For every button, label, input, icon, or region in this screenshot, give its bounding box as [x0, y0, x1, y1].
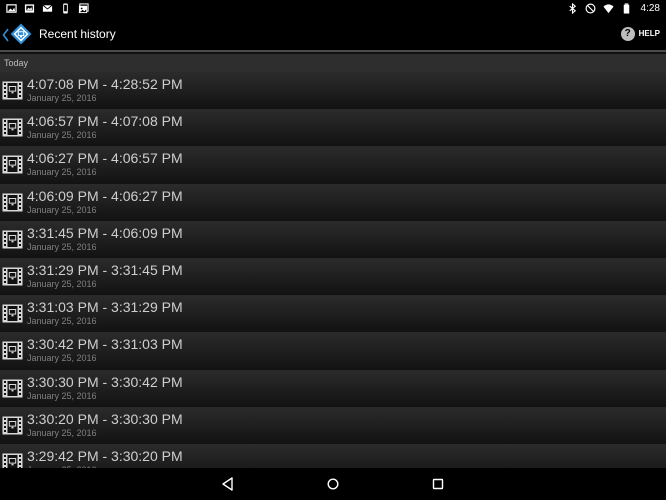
- row-text: 3:30:42 PM - 3:31:03 PM January 25, 2016: [27, 335, 183, 364]
- session-date: January 25, 2016: [27, 130, 97, 141]
- system-icons: 4:28: [567, 3, 660, 14]
- session-time-range: 4:06:09 PM - 4:06:27 PM: [27, 187, 183, 204]
- status-time: 4:28: [640, 3, 660, 14]
- session-date: January 25, 2016: [27, 167, 97, 178]
- session-date: January 25, 2016: [27, 204, 97, 215]
- session-time-range: 3:30:20 PM - 3:30:30 PM: [27, 410, 183, 427]
- session-time-range: 3:29:42 PM - 3:30:20 PM: [27, 447, 183, 464]
- phone-icon: [60, 3, 71, 14]
- session-time-range: 4:06:27 PM - 4:06:57 PM: [27, 150, 183, 167]
- status-bar: 4:28: [0, 0, 666, 17]
- session-date: January 25, 2016: [27, 353, 97, 364]
- history-row[interactable]: 4:06:27 PM - 4:06:57 PM January 25, 2016: [0, 146, 666, 184]
- image-icon: [24, 3, 35, 14]
- action-bar: Recent history ? HELP: [0, 17, 666, 52]
- session-time-range: 3:31:29 PM - 3:31:45 PM: [27, 261, 183, 278]
- history-row[interactable]: 3:30:30 PM - 3:30:42 PM January 25, 2016: [0, 369, 666, 407]
- session-time-range: 3:30:42 PM - 3:31:03 PM: [27, 336, 183, 353]
- session-date: January 25, 2016: [27, 241, 97, 252]
- video-history-icon: [2, 154, 23, 175]
- back-chevron-icon: [2, 27, 9, 41]
- video-history-icon: [2, 192, 23, 213]
- history-row[interactable]: 3:29:42 PM - 3:30:20 PMJanuary 25, 2016: [0, 443, 666, 468]
- battery-icon: [621, 3, 632, 14]
- row-text: 3:31:29 PM - 3:31:45 PM January 25, 2016: [27, 261, 183, 290]
- session-time-range: 3:31:45 PM - 4:06:09 PM: [27, 224, 183, 241]
- screen: 4:28 Recent history ? HELP Today 4:07:08…: [0, 0, 666, 500]
- history-row[interactable]: 3:31:29 PM - 3:31:45 PM January 25, 2016: [0, 257, 666, 296]
- video-history-icon: [2, 266, 23, 287]
- history-list[interactable]: 4:07:08 PM - 4:28:52 PM January 25, 2016 4…: [0, 72, 666, 468]
- video-history-icon: [2, 80, 23, 101]
- session-time-range: 4:07:08 PM - 4:28:52 PM: [27, 76, 183, 92]
- app-logo-icon: [10, 23, 32, 45]
- row-text: 4:06:57 PM - 4:07:08 PM January 25, 2016: [27, 112, 183, 141]
- navigation-bar: [0, 468, 666, 500]
- row-text: 3:30:20 PM - 3:30:30 PM January 25, 2016: [27, 410, 183, 439]
- row-text: 4:06:09 PM - 4:06:27 PM January 25, 2016: [27, 187, 183, 216]
- video-history-icon: [2, 303, 23, 324]
- video-history-icon: [2, 415, 23, 436]
- row-text: 3:29:42 PM - 3:30:20 PMJanuary 25, 2016: [27, 447, 183, 468]
- history-row[interactable]: 3:30:20 PM - 3:30:30 PM January 25, 2016: [0, 406, 666, 444]
- row-text: 3:31:45 PM - 4:06:09 PM January 25, 2016: [27, 224, 183, 253]
- up-navigation[interactable]: Recent history: [0, 17, 116, 50]
- back-button[interactable]: [218, 474, 238, 494]
- help-button[interactable]: ? HELP: [620, 26, 666, 41]
- history-row[interactable]: 3:31:03 PM - 3:31:29 PM January 25, 2016: [0, 295, 666, 333]
- video-history-icon: [2, 229, 23, 250]
- do-not-disturb-icon: [585, 3, 596, 14]
- video-history-icon: [2, 117, 23, 138]
- history-row[interactable]: 4:07:08 PM - 4:28:52 PM January 25, 2016: [0, 72, 666, 110]
- bluetooth-icon: [567, 3, 578, 14]
- notification-icons: [6, 3, 89, 14]
- row-text: 3:31:03 PM - 3:31:29 PM January 25, 2016: [27, 298, 183, 327]
- session-date: January 25, 2016: [27, 316, 97, 327]
- session-date: January 25, 2016: [27, 278, 97, 289]
- history-row[interactable]: 3:31:45 PM - 4:06:09 PM January 25, 2016: [0, 220, 666, 258]
- session-time-range: 3:31:03 PM - 3:31:29 PM: [27, 299, 183, 316]
- video-history-icon: [2, 340, 23, 361]
- gallery-icon: [6, 3, 17, 14]
- session-date: January 25, 2016: [27, 93, 97, 103]
- row-text: 4:07:08 PM - 4:28:52 PM January 25, 2016: [27, 75, 183, 104]
- history-row[interactable]: 4:06:09 PM - 4:06:27 PM January 25, 2016: [0, 183, 666, 221]
- page-title: Recent history: [39, 26, 116, 41]
- help-icon: ?: [620, 26, 635, 41]
- session-date: January 25, 2016: [27, 390, 97, 401]
- photos-icon: [78, 3, 89, 14]
- video-history-icon: [2, 378, 23, 399]
- help-label: HELP: [638, 29, 660, 38]
- session-time-range: 4:06:57 PM - 4:07:08 PM: [27, 113, 183, 130]
- row-text: 3:30:30 PM - 3:30:42 PM January 25, 2016: [27, 373, 183, 402]
- home-button[interactable]: [323, 474, 343, 494]
- history-row[interactable]: 3:30:42 PM - 3:31:03 PM January 25, 2016: [0, 332, 666, 370]
- session-date: January 25, 2016: [27, 427, 97, 438]
- wifi-icon: [602, 3, 614, 14]
- recents-button[interactable]: [428, 474, 448, 494]
- history-row[interactable]: 4:06:57 PM - 4:07:08 PM January 25, 2016: [0, 109, 666, 147]
- video-history-icon: [2, 452, 23, 468]
- section-header-today: Today: [0, 54, 666, 72]
- row-text: 4:06:27 PM - 4:06:57 PM January 25, 2016: [27, 149, 183, 178]
- session-time-range: 3:30:30 PM - 3:30:42 PM: [27, 373, 183, 390]
- mail-icon: [42, 3, 53, 14]
